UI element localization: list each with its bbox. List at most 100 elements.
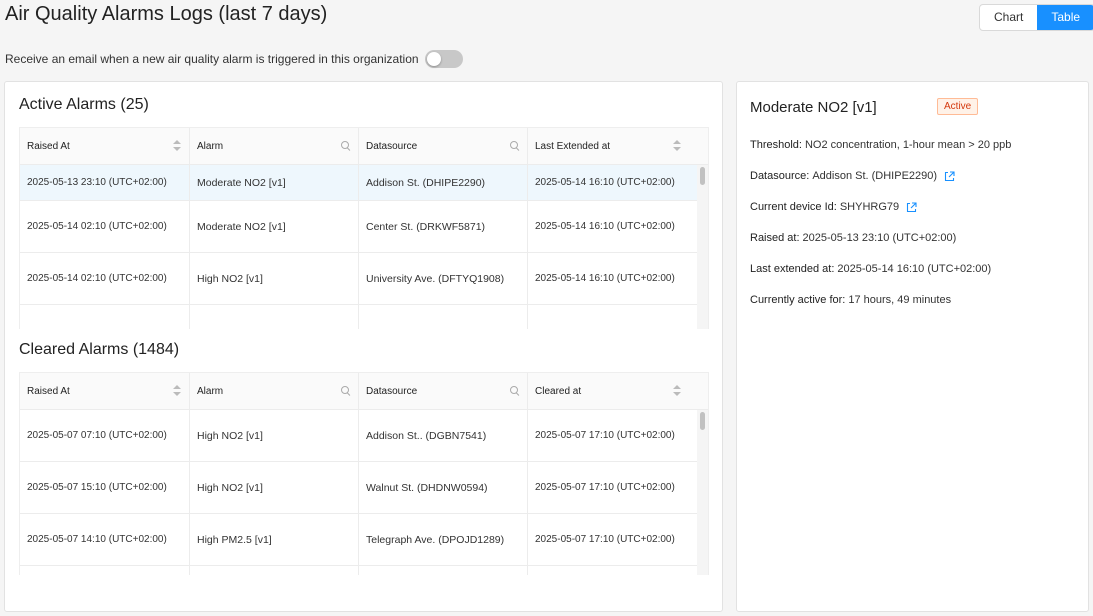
cell-raised-at: 2025-05-14 02:10 (UTC+02:00) — [20, 201, 190, 252]
cleared-alarms-title: Cleared Alarms (1484) — [19, 341, 180, 358]
search-icon[interactable] — [341, 141, 350, 150]
cell-raised-at: 2025-05-13 23:10 (UTC+02:00) — [20, 165, 190, 200]
column-header-alarm[interactable]: Alarm — [190, 373, 359, 409]
cell-empty — [20, 305, 190, 329]
search-icon[interactable] — [510, 386, 519, 395]
email-notification-toggle[interactable] — [424, 50, 463, 68]
column-header-label: Datasource — [366, 385, 418, 397]
detail-last-extended: Last extended at: 2025-05-14 16:10 (UTC+… — [750, 263, 991, 275]
sort-icon[interactable] — [173, 140, 181, 152]
cell-alarm: High NO2 [v1] — [190, 253, 359, 304]
cell-datasource: Addison St. (DHIPE2290) — [359, 165, 528, 200]
table-body: 2025-05-07 07:10 (UTC+02:00) High NO2 [v… — [20, 410, 708, 575]
detail-label: Threshold: — [750, 139, 802, 151]
table-body: 2025-05-13 23:10 (UTC+02:00) Moderate NO… — [20, 165, 708, 329]
cell-empty — [190, 305, 359, 329]
sort-icon[interactable] — [173, 385, 181, 397]
cell-empty — [190, 566, 359, 575]
chart-view-button[interactable]: Chart — [980, 5, 1037, 30]
column-header-label: Alarm — [197, 140, 224, 152]
page-title: Air Quality Alarms Logs (last 7 days) — [5, 3, 328, 25]
cell-empty — [359, 305, 528, 329]
toggle-knob — [426, 52, 441, 66]
cell-alarm: High NO2 [v1] — [190, 410, 359, 461]
cell-datasource: University Ave. (DFTYQ1908) — [359, 253, 528, 304]
email-notification-label: Receive an email when a new air quality … — [5, 52, 419, 66]
table-row[interactable] — [20, 305, 708, 329]
column-header-raised-at[interactable]: Raised At — [20, 128, 190, 164]
cell-datasource: Addison St.. (DGBN7541) — [359, 410, 528, 461]
sort-icon[interactable] — [673, 140, 681, 152]
column-header-label: Raised At — [27, 140, 70, 152]
cell-alarm: High PM2.5 [v1] — [190, 514, 359, 565]
cell-datasource: Walnut St. (DHDNW0594) — [359, 462, 528, 513]
detail-label: Raised at: — [750, 232, 800, 244]
table-header: Raised At Alarm Datasource Last Extended… — [20, 128, 708, 165]
cell-alarm: Moderate NO2 [v1] — [190, 201, 359, 252]
table-row[interactable]: 2025-05-07 07:10 (UTC+02:00) High NO2 [v… — [20, 410, 708, 462]
alarm-detail-panel: Moderate NO2 [v1] Active Threshold: NO2 … — [736, 81, 1089, 612]
column-header-datasource[interactable]: Datasource — [359, 128, 528, 164]
detail-raised-at: Raised at: 2025-05-13 23:10 (UTC+02:00) — [750, 232, 956, 244]
column-header-label: Datasource — [366, 140, 418, 152]
detail-label: Last extended at: — [750, 263, 835, 275]
detail-value: NO2 concentration, 1-hour mean > 20 ppb — [804, 139, 1012, 151]
table-view-button[interactable]: Table — [1037, 5, 1093, 30]
detail-value: 17 hours, 49 minutes — [848, 294, 952, 306]
detail-datasource: Datasource: Addison St. (DHIPE2290) — [750, 170, 955, 182]
email-notification-row: Receive an email when a new air quality … — [5, 50, 463, 68]
cell-datasource: Center St. (DRKWF5871) — [359, 201, 528, 252]
column-header-label: Raised At — [27, 385, 70, 397]
search-icon[interactable] — [510, 141, 519, 150]
column-header-alarm[interactable]: Alarm — [190, 128, 359, 164]
table-row[interactable] — [20, 566, 708, 575]
external-link-icon[interactable] — [906, 201, 917, 213]
column-header-last-extended[interactable]: Last Extended at — [528, 128, 699, 164]
scrollbar-thumb[interactable] — [700, 412, 705, 430]
column-header-datasource[interactable]: Datasource — [359, 373, 528, 409]
cell-cleared-at: 2025-05-07 17:10 (UTC+02:00) — [535, 482, 675, 493]
cell-datasource: Telegraph Ave. (DPOJD1289) — [359, 514, 528, 565]
cell-last-extended: 2025-05-14 16:10 (UTC+02:00) — [535, 177, 675, 188]
detail-value: 2025-05-14 16:10 (UTC+02:00) — [837, 263, 992, 275]
cell-empty — [359, 566, 528, 575]
cell-last-extended: 2025-05-14 16:10 (UTC+02:00) — [535, 221, 675, 232]
scrollbar-thumb[interactable] — [700, 167, 705, 185]
column-header-label: Cleared at — [535, 385, 582, 397]
scrollbar[interactable] — [697, 165, 708, 329]
detail-label: Current device Id: — [750, 201, 837, 213]
table-header: Raised At Alarm Datasource Cleared at — [20, 373, 708, 410]
cell-raised-at: 2025-05-07 14:10 (UTC+02:00) — [20, 514, 190, 565]
detail-value: 2025-05-13 23:10 (UTC+02:00) — [802, 232, 957, 244]
cell-raised-at: 2025-05-07 15:10 (UTC+02:00) — [20, 462, 190, 513]
detail-title: Moderate NO2 [v1] — [750, 99, 877, 116]
sort-icon[interactable] — [673, 385, 681, 397]
table-row[interactable]: 2025-05-14 02:10 (UTC+02:00) High NO2 [v… — [20, 253, 708, 305]
cell-empty — [528, 305, 699, 329]
cell-empty — [528, 566, 699, 575]
cell-alarm: High NO2 [v1] — [190, 462, 359, 513]
detail-active-for: Currently active for: 17 hours, 49 minut… — [750, 294, 951, 306]
detail-label: Currently active for: — [750, 294, 846, 306]
scrollbar[interactable] — [697, 410, 708, 575]
column-header-label: Last Extended at — [535, 140, 611, 152]
cell-alarm: Moderate NO2 [v1] — [190, 165, 359, 200]
table-row[interactable]: 2025-05-14 02:10 (UTC+02:00) Moderate NO… — [20, 201, 708, 253]
cell-cleared-at: 2025-05-07 17:10 (UTC+02:00) — [535, 534, 675, 545]
table-row[interactable]: 2025-05-07 14:10 (UTC+02:00) High PM2.5 … — [20, 514, 708, 566]
detail-device: Current device Id: SHYHRG79 — [750, 201, 917, 213]
search-icon[interactable] — [341, 386, 350, 395]
detail-value: SHYHRG79 — [839, 201, 900, 213]
alarms-panel: Active Alarms (25) Raised At Alarm Datas… — [4, 81, 723, 612]
view-toggle[interactable]: Chart Table — [979, 4, 1093, 31]
detail-value: Addison St. (DHIPE2290) — [812, 170, 938, 182]
table-row[interactable]: 2025-05-07 15:10 (UTC+02:00) High NO2 [v… — [20, 462, 708, 514]
table-row[interactable]: 2025-05-13 23:10 (UTC+02:00) Moderate NO… — [20, 165, 708, 201]
column-header-label: Alarm — [197, 385, 224, 397]
cell-empty — [20, 566, 190, 575]
detail-label: Datasource: — [750, 170, 810, 182]
cell-last-extended: 2025-05-14 16:10 (UTC+02:00) — [535, 273, 675, 284]
column-header-cleared-at[interactable]: Cleared at — [528, 373, 699, 409]
external-link-icon[interactable] — [944, 170, 955, 182]
column-header-raised-at[interactable]: Raised At — [20, 373, 190, 409]
